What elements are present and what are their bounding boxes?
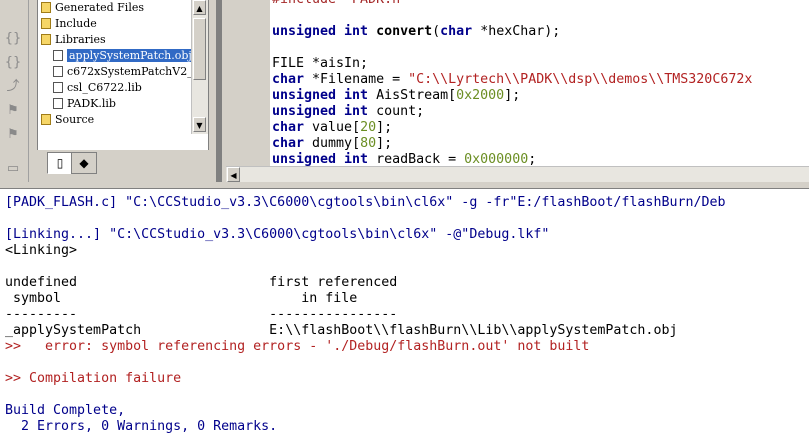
- output-line: <Linking>: [5, 243, 78, 258]
- animate-icon[interactable]: ⚑: [4, 126, 22, 144]
- tree-item-applysystempatch[interactable]: applySystemPatch.obj: [53, 48, 194, 63]
- code-line: char value[20];: [272, 120, 393, 135]
- tree-item-include[interactable]: Include: [41, 16, 97, 31]
- output-line: Build Complete,: [5, 403, 126, 418]
- folder-icon: [41, 34, 51, 45]
- tree-item-c672xsystempatch[interactable]: c672xSystemPatchV2_0: [53, 64, 200, 79]
- code-line: unsigned int convert(char *hexChar);: [272, 24, 561, 39]
- output-line: symbol in file: [5, 291, 358, 306]
- left-toolbar: {} {} ⤴ ⚑ ⚑ ▭: [0, 0, 29, 186]
- code-line: unsigned int count;: [272, 104, 425, 119]
- scroll-left-icon[interactable]: ◀: [227, 167, 240, 182]
- vertical-splitter[interactable]: [210, 0, 226, 186]
- output-line: [PADK_FLASH.c] "C:\CCStudio_v3.3\C6000\c…: [5, 195, 726, 210]
- code-line: char *Filename = "C:\\Lyrtech\\PADK\\dsp…: [272, 72, 753, 87]
- editor-gutter: [226, 0, 270, 166]
- tree-item-libraries[interactable]: Libraries: [41, 32, 106, 47]
- step-over-icon[interactable]: {}: [4, 54, 22, 72]
- tab-file-view[interactable]: ▯: [47, 152, 73, 174]
- code-editor: #include "PADK.h" unsigned int convert(c…: [226, 0, 809, 183]
- tree-item-padk-lib[interactable]: PADK.lib: [53, 96, 116, 111]
- output-error-line: >> error: symbol referencing errors - '.…: [5, 339, 590, 354]
- code-line: unsigned int AisStream[0x2000];: [272, 88, 521, 103]
- tab-bookmarks[interactable]: ◆: [71, 152, 97, 174]
- file-icon: [53, 50, 63, 61]
- code-line: char dummy[80];: [272, 136, 393, 151]
- scroll-up-icon[interactable]: ▲: [193, 0, 206, 15]
- code-line: FILE *aisIn;: [272, 56, 369, 71]
- output-line: --------- ----------------: [5, 307, 398, 322]
- tree-tabs: ▯ ◆: [37, 150, 209, 176]
- folder-icon: [41, 18, 51, 29]
- output-line: [Linking...] "C:\CCStudio_v3.3\C6000\cgt…: [5, 227, 550, 242]
- folder-icon: [41, 2, 51, 13]
- file-icon: [53, 82, 63, 93]
- halt-icon[interactable]: ▭: [4, 160, 22, 178]
- scroll-thumb[interactable]: [193, 18, 206, 80]
- code-line: #include "PADK.h": [272, 0, 408, 8]
- output-line: _applySystemPatch E:\\flashBoot\\flashBu…: [5, 323, 678, 338]
- tree-vertical-scrollbar[interactable]: ▲ ▼: [191, 0, 208, 134]
- code-line: unsigned int readBack = 0x000000;: [272, 152, 537, 166]
- output-error-line: >> Compilation failure: [5, 371, 182, 386]
- build-output-pane[interactable]: [PADK_FLASH.c] "C:\CCStudio_v3.3\C6000\c…: [0, 189, 809, 439]
- step-out-icon[interactable]: ⤴: [4, 78, 22, 96]
- output-line: undefined first referenced: [5, 275, 398, 290]
- folder-icon: [41, 114, 51, 125]
- editor-horizontal-scrollbar[interactable]: ◀: [226, 166, 809, 183]
- file-icon: [53, 98, 63, 109]
- project-tree: Generated Files Include Libraries applyS…: [37, 0, 209, 151]
- horizontal-splitter[interactable]: [0, 182, 809, 189]
- file-icon: [53, 66, 63, 77]
- tree-item-generated-files[interactable]: Generated Files: [41, 0, 144, 15]
- code-area[interactable]: #include "PADK.h" unsigned int convert(c…: [270, 0, 809, 166]
- step-into-icon[interactable]: {}: [4, 30, 22, 48]
- output-summary-line: 2 Errors, 0 Warnings, 0 Remarks.: [5, 419, 278, 434]
- tree-item-source[interactable]: Source: [41, 112, 94, 127]
- run-to-cursor-icon[interactable]: ⚑: [4, 102, 22, 120]
- scroll-down-icon[interactable]: ▼: [193, 117, 206, 132]
- tree-item-csl-lib[interactable]: csl_C6722.lib: [53, 80, 142, 95]
